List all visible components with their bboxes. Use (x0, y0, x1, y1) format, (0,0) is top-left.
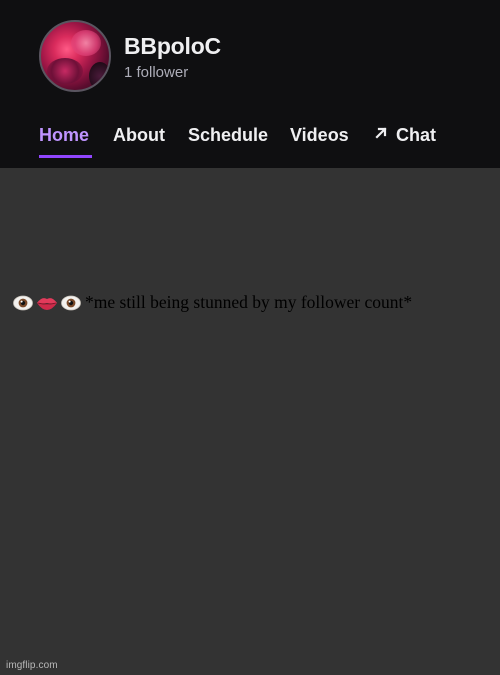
lips-emoji-icon (37, 297, 57, 310)
tab-home[interactable]: Home (39, 125, 89, 146)
eye-emoji-icon (61, 295, 81, 310)
avatar-highlight (71, 30, 101, 56)
active-tab-underline (39, 155, 92, 158)
tab-chat-label: Chat (396, 125, 436, 145)
eye-emoji-icon (13, 295, 33, 310)
tab-schedule[interactable]: Schedule (188, 125, 268, 146)
caption-text: *me still being stunned by my follower c… (85, 292, 413, 312)
emoji-group (13, 295, 84, 311)
channel-header: BBpoloC 1 follower Home About Schedule V… (0, 0, 500, 168)
channel-name[interactable]: BBpoloC (124, 33, 221, 60)
tab-about[interactable]: About (113, 125, 165, 146)
watermark: imgflip.com (6, 660, 58, 671)
follower-count: 1 follower (124, 64, 189, 81)
avatar-shadow (47, 58, 83, 84)
avatar[interactable] (39, 20, 111, 92)
meme-caption: *me still being stunned by my follower c… (13, 292, 412, 313)
avatar-dark-area (89, 62, 109, 90)
tab-videos[interactable]: Videos (290, 125, 349, 146)
tab-chat[interactable]: Chat (374, 125, 436, 146)
arrow-up-right-icon (374, 124, 388, 145)
